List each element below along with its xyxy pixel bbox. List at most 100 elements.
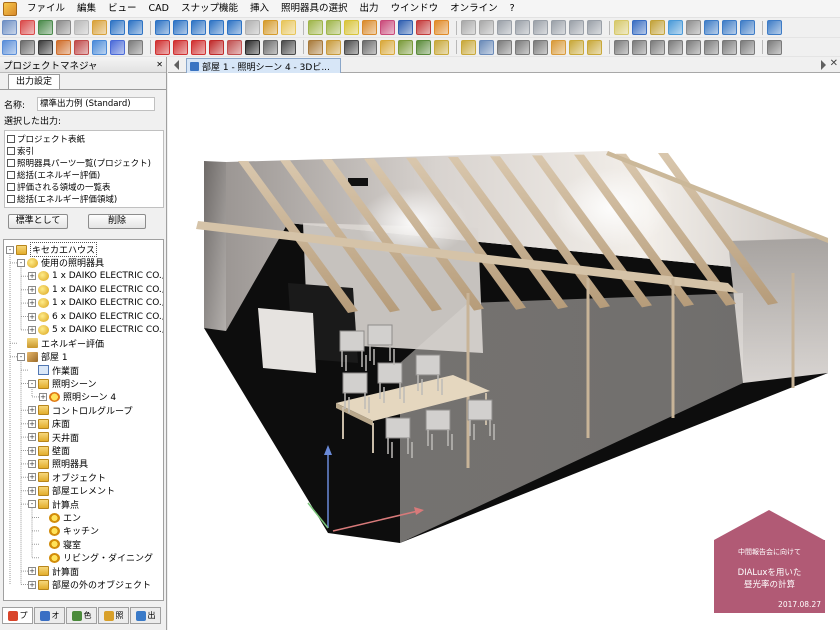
expand-icon[interactable]: + (28, 285, 36, 294)
tree-item[interactable]: +1 x DAIKO ELECTRIC CO.,LT (28, 283, 163, 296)
toolbar-button-icon[interactable] (650, 20, 665, 35)
toolbar-button-icon[interactable] (533, 39, 548, 55)
expand-icon[interactable]: + (28, 446, 36, 455)
tree-item[interactable]: 寝室 (39, 538, 81, 551)
tree-item[interactable]: +6 x DAIKO ELECTRIC CO.,LT (28, 310, 163, 323)
toolbar-button-icon[interactable] (569, 39, 584, 55)
toolbar-button-icon[interactable] (461, 39, 476, 55)
toolbar-button-icon[interactable] (191, 20, 206, 35)
tree-item[interactable]: エネルギー評価 (17, 337, 104, 350)
close-icon[interactable]: ✕ (830, 57, 838, 71)
tree-item[interactable]: キッチン (39, 524, 99, 537)
expand-icon[interactable]: + (28, 580, 36, 589)
toolbar-button-icon[interactable] (92, 39, 107, 55)
collapse-icon[interactable]: - (6, 245, 14, 254)
toolbar-button-icon[interactable] (209, 39, 224, 55)
tree-item[interactable]: + 照明器具 (28, 457, 88, 470)
output-item[interactable]: プロジェクト表紙 (5, 133, 163, 145)
toolbar-button-icon[interactable] (191, 39, 206, 55)
expand-icon[interactable]: + (28, 473, 36, 482)
tree-item[interactable]: + 計算面 (28, 565, 79, 578)
output-item[interactable]: 総括(エネルギー評価領域) (5, 193, 163, 205)
menu-item[interactable]: ウインドウ (385, 0, 445, 18)
toolbar-button-icon[interactable] (650, 39, 665, 55)
toolbar-button-icon[interactable] (227, 39, 242, 55)
collapse-icon[interactable]: - (28, 379, 36, 388)
toolbar-button-icon[interactable] (128, 39, 143, 55)
toolbar-button-icon[interactable] (398, 39, 413, 55)
toolbar-button-icon[interactable] (632, 39, 647, 55)
collapse-icon[interactable]: - (28, 500, 36, 509)
name-field[interactable]: 標準出力例 (Standard) (37, 97, 156, 111)
toolbar-button-icon[interactable] (515, 20, 530, 35)
toolbar-button-icon[interactable] (416, 20, 431, 35)
toolbar-button-icon[interactable] (668, 39, 683, 55)
toolbar-button-icon[interactable] (155, 20, 170, 35)
toolbar-button-icon[interactable] (551, 39, 566, 55)
tree-item[interactable]: 作業面 (28, 364, 79, 377)
expand-icon[interactable]: + (28, 325, 36, 334)
toolbar-button-icon[interactable] (416, 39, 431, 55)
toolbar-button-icon[interactable] (614, 39, 629, 55)
delete-button[interactable]: 削除 (88, 214, 146, 229)
toolbar-button-icon[interactable] (155, 39, 170, 55)
tree-item[interactable]: +1 x DAIKO ELECTRIC CO.,LT (28, 297, 163, 310)
toolbar-button-icon[interactable] (479, 39, 494, 55)
bottom-tab[interactable]: プ (2, 607, 33, 624)
toolbar-button-icon[interactable] (245, 20, 260, 35)
collapse-icon[interactable]: - (17, 258, 25, 267)
toolbar-button-icon[interactable] (74, 20, 89, 35)
toolbar-button-icon[interactable] (497, 20, 512, 35)
toolbar-button-icon[interactable] (704, 20, 719, 35)
menu-item[interactable]: 照明器具の選択 (275, 0, 354, 18)
menu-item[interactable]: 編集 (71, 0, 102, 18)
collapse-icon[interactable]: - (17, 352, 25, 361)
expand-icon[interactable]: + (28, 567, 36, 576)
toolbar-button-icon[interactable] (308, 39, 323, 55)
tree-item[interactable]: + 壁面 (28, 444, 70, 457)
toolbar-button-icon[interactable] (326, 39, 341, 55)
toolbar-button-icon[interactable] (56, 20, 71, 35)
menu-item[interactable]: ? (504, 0, 521, 18)
menu-item[interactable]: 出力 (354, 0, 385, 18)
output-item[interactable]: 評価される領域の一覧表 (5, 181, 163, 193)
expand-icon[interactable]: + (39, 392, 47, 401)
checkbox[interactable] (7, 147, 15, 155)
tree-item[interactable]: + 床面 (28, 417, 70, 430)
output-item[interactable]: 照明器具パーツ一覧(プロジェクト) (5, 157, 163, 169)
tab-3d-view[interactable]: 部屋 1 - 照明シーン 4 - 3Dビ... (186, 58, 341, 73)
tree-item[interactable]: +5 x DAIKO ELECTRIC CO.,LT (28, 323, 163, 336)
toolbar-button-icon[interactable] (380, 20, 395, 35)
tree-item[interactable]: - 照明シーン (28, 377, 97, 390)
expand-icon[interactable]: + (28, 459, 36, 468)
expand-icon[interactable]: + (28, 419, 36, 428)
scroll-right-icon[interactable] (821, 60, 826, 70)
toolbar-button-icon[interactable] (767, 20, 782, 35)
toolbar-button-icon[interactable] (497, 39, 512, 55)
toolbar-button-icon[interactable] (587, 39, 602, 55)
toolbar-button-icon[interactable] (281, 20, 296, 35)
menu-item[interactable]: 挿入 (244, 0, 275, 18)
checkbox[interactable] (7, 135, 15, 143)
toolbar-button-icon[interactable] (92, 20, 107, 35)
toolbar-button-icon[interactable] (128, 20, 143, 35)
toolbar-button-icon[interactable] (38, 39, 53, 55)
toolbar-button-icon[interactable] (173, 20, 188, 35)
toolbar-button-icon[interactable] (173, 39, 188, 55)
menu-item[interactable]: ビュー (102, 0, 143, 18)
toolbar-button-icon[interactable] (20, 39, 35, 55)
tree-item[interactable]: - キセカエハウス (6, 242, 98, 257)
menu-item[interactable]: オンライン (444, 0, 504, 18)
tree-item[interactable]: - 使用の照明器具 (17, 256, 104, 269)
tree-item[interactable]: + 照明シーン 4 (39, 390, 116, 403)
toolbar-button-icon[interactable] (569, 20, 584, 35)
toolbar-button-icon[interactable] (20, 20, 35, 35)
tree-item[interactable]: + コントロルグループ (28, 404, 132, 417)
tree-item[interactable]: + オブジェクト (28, 471, 106, 484)
toolbar-button-icon[interactable] (740, 39, 755, 55)
tree-item[interactable]: エン (39, 511, 81, 524)
toolbar-button-icon[interactable] (587, 20, 602, 35)
bottom-tab[interactable]: オ (34, 607, 65, 624)
tree-item[interactable]: - 計算点 (28, 498, 79, 511)
toolbar-button-icon[interactable] (38, 20, 53, 35)
